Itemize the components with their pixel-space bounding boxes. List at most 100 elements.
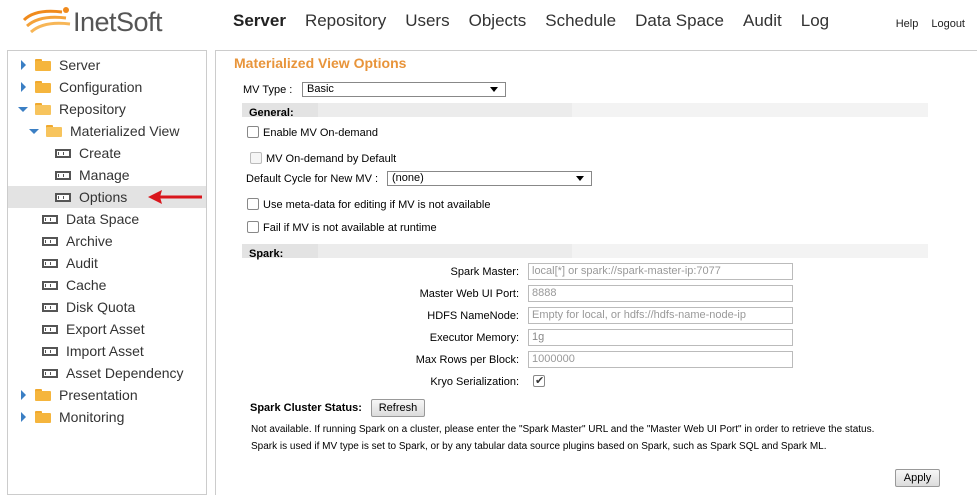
folder-icon (35, 59, 51, 71)
general-section-title: General: (249, 107, 294, 119)
mv-options-panel: Materialized View Options MV Type : Basi… (215, 50, 977, 495)
default-cycle-value: (none) (392, 172, 424, 184)
nav-server[interactable]: Server (233, 10, 286, 32)
fail-if-unavailable-label: Fail if MV is not available at runtime (263, 222, 437, 234)
use-metadata-checkbox[interactable] (247, 198, 259, 210)
tree-item-label: Disk Quota (66, 299, 136, 315)
tree-item-cache[interactable]: Cache (42, 274, 106, 296)
kryo-label: Kryo Serialization: (430, 376, 519, 388)
web-ui-port-input[interactable]: 8888 (528, 285, 793, 302)
inetsoft-logo[interactable]: InetSoft (22, 4, 163, 40)
tree-item-asset-dependency[interactable]: Asset Dependency (42, 362, 184, 384)
kryo-checkbox[interactable] (533, 374, 545, 387)
tree-item-create[interactable]: Create (55, 142, 121, 164)
folder-open-icon (35, 103, 51, 115)
sidebar-tree: Server Configuration Repository Material… (7, 50, 207, 495)
tree-item-label: Data Space (66, 211, 140, 227)
tree-item-label: Audit (66, 255, 98, 271)
nav-repository[interactable]: Repository (305, 10, 386, 32)
nav-users[interactable]: Users (405, 10, 449, 32)
executor-memory-label: Executor Memory: (429, 332, 519, 344)
spark-master-label: Spark Master: (450, 266, 519, 278)
nav-objects[interactable]: Objects (469, 10, 527, 32)
spark-section-title: Spark: (249, 248, 284, 260)
tree-item-audit[interactable]: Audit (42, 252, 98, 274)
red-pointer-arrow-icon (148, 190, 202, 204)
mv-type-value: Basic (307, 83, 334, 95)
refresh-button[interactable]: Refresh (371, 399, 425, 417)
max-rows-label: Max Rows per Block: (415, 354, 519, 366)
chevron-right-icon[interactable] (17, 389, 29, 401)
executor-memory-input[interactable]: 1g (528, 329, 793, 346)
on-demand-default-label: MV On-demand by Default (266, 153, 397, 165)
tree-item-materialized-view[interactable]: Materialized View (28, 120, 179, 142)
logout-link[interactable]: Logout (931, 18, 965, 30)
tree-item-label: Asset Dependency (66, 365, 184, 381)
tree-item-label: Create (79, 145, 122, 161)
tree-item-label: Import Asset (66, 343, 144, 359)
default-cycle-select[interactable]: (none) (387, 171, 592, 186)
folder-icon (35, 81, 51, 93)
general-section-header: General: (242, 103, 928, 119)
tree-item-label: Configuration (59, 79, 143, 95)
apply-button[interactable]: Apply (895, 469, 940, 487)
chevron-right-icon[interactable] (17, 59, 29, 71)
caret-down-icon (576, 176, 584, 181)
tree-item-repository[interactable]: Repository (17, 98, 126, 120)
tree-item-monitoring[interactable]: Monitoring (17, 406, 124, 428)
tree-item-label: Export Asset (66, 321, 145, 337)
help-link[interactable]: Help (896, 18, 919, 30)
mv-icon (42, 280, 58, 290)
tree-item-data-space[interactable]: Data Space (42, 208, 139, 230)
app-header: InetSoft Server Repository Users Objects… (0, 0, 977, 44)
enable-on-demand-checkbox[interactable] (247, 126, 259, 138)
chevron-right-icon[interactable] (17, 81, 29, 93)
spark-section-header: Spark: (242, 244, 928, 260)
mv-icon (42, 368, 58, 378)
folder-open-icon (46, 125, 62, 137)
tree-item-disk-quota[interactable]: Disk Quota (42, 296, 135, 318)
tree-item-archive[interactable]: Archive (42, 230, 113, 252)
nav-log[interactable]: Log (801, 10, 829, 32)
tree-item-manage[interactable]: Manage (55, 164, 130, 186)
mv-icon (42, 346, 58, 356)
tree-item-configuration[interactable]: Configuration (17, 76, 142, 98)
status-note-line-2: Spark is used if MV type is set to Spark… (251, 441, 827, 452)
mv-icon (42, 324, 58, 334)
chevron-down-icon[interactable] (28, 125, 40, 137)
tree-item-server[interactable]: Server (17, 54, 100, 76)
on-demand-default-checkbox[interactable] (250, 152, 262, 164)
spark-master-input[interactable]: local[*] or spark://spark-master-ip:7077 (528, 263, 793, 280)
nav-audit[interactable]: Audit (743, 10, 782, 32)
tree-item-label: Repository (59, 101, 126, 117)
tree-item-export-asset[interactable]: Export Asset (42, 318, 145, 340)
nav-data-space[interactable]: Data Space (635, 10, 724, 32)
mv-icon (42, 258, 58, 268)
tree-item-label: Archive (66, 233, 113, 249)
tree-item-label: Materialized View (70, 123, 180, 139)
logo-text: InetSoft (73, 6, 163, 37)
tree-item-label: Presentation (59, 387, 138, 403)
mv-icon (42, 302, 58, 312)
tree-item-import-asset[interactable]: Import Asset (42, 340, 144, 362)
max-rows-input[interactable]: 1000000 (528, 351, 793, 368)
header-links: Help Logout (883, 18, 965, 30)
mv-type-label: MV Type : (243, 84, 293, 96)
caret-down-icon (490, 87, 498, 92)
chevron-right-icon[interactable] (17, 411, 29, 423)
hdfs-namenode-input[interactable]: Empty for local, or hdfs://hdfs-name-nod… (528, 307, 793, 324)
logo-swoosh-icon (22, 7, 71, 34)
mv-icon (42, 214, 58, 224)
fail-if-unavailable-checkbox[interactable] (247, 221, 259, 233)
mv-icon (42, 236, 58, 246)
chevron-down-icon[interactable] (17, 103, 29, 115)
folder-icon (35, 389, 51, 401)
folder-icon (35, 411, 51, 423)
mv-type-select[interactable]: Basic (302, 82, 506, 97)
tree-item-presentation[interactable]: Presentation (17, 384, 138, 406)
hdfs-namenode-label: HDFS NameNode: (427, 310, 519, 322)
tree-item-label: Cache (66, 277, 107, 293)
enable-on-demand-label: Enable MV On-demand (263, 127, 378, 139)
nav-schedule[interactable]: Schedule (545, 10, 616, 32)
status-note-line-1: Not available. If running Spark on a clu… (251, 424, 875, 435)
